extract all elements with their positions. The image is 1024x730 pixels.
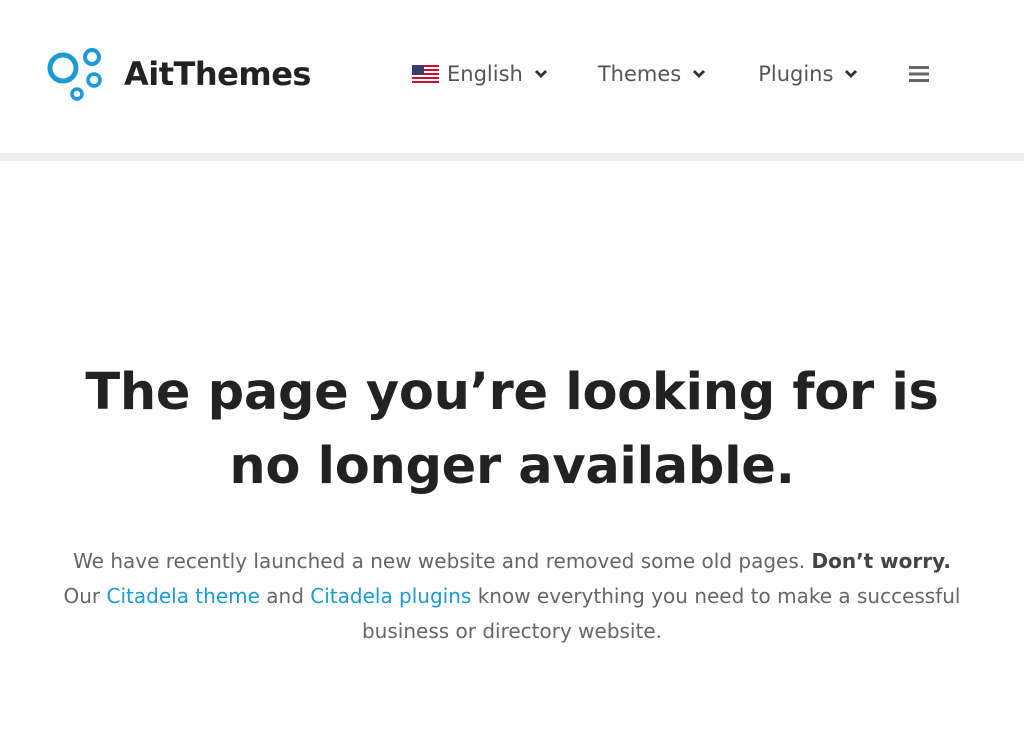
main-content: The page you’re looking for is no longer…	[0, 356, 1024, 649]
lead-text: We have recently launched a new website …	[73, 549, 812, 573]
lead-text: and	[259, 584, 311, 608]
header-divider	[0, 153, 1024, 161]
citadela-theme-link[interactable]: Citadela theme	[107, 584, 260, 608]
main-nav: English Themes Plugins	[412, 58, 930, 90]
language-label: English	[447, 62, 523, 86]
brand-name: AitThemes	[124, 55, 311, 93]
nav-themes-label: Themes	[597, 62, 682, 86]
us-flag-icon	[412, 65, 439, 83]
chevron-down-icon	[693, 70, 706, 78]
lead-text: Our	[63, 584, 107, 608]
chevron-down-icon	[534, 70, 547, 78]
language-selector[interactable]: English	[412, 62, 548, 86]
lead-paragraph: We have recently launched a new website …	[52, 544, 972, 649]
logo-link[interactable]: AitThemes	[46, 46, 311, 102]
site-header: AitThemes English Themes Plugins	[0, 0, 1024, 153]
chevron-down-icon	[845, 70, 858, 78]
citadela-plugins-link[interactable]: Citadela plugins	[310, 584, 471, 608]
nav-plugins-label: Plugins	[758, 62, 834, 86]
lead-emphasis: Don’t worry.	[811, 549, 951, 573]
nav-plugins[interactable]: Plugins	[758, 62, 858, 86]
page-title: The page you’re looking for is no longer…	[85, 363, 939, 496]
aitthemes-logo-icon	[47, 48, 102, 101]
hamburger-icon[interactable]	[908, 65, 930, 83]
nav-themes[interactable]: Themes	[598, 62, 706, 86]
